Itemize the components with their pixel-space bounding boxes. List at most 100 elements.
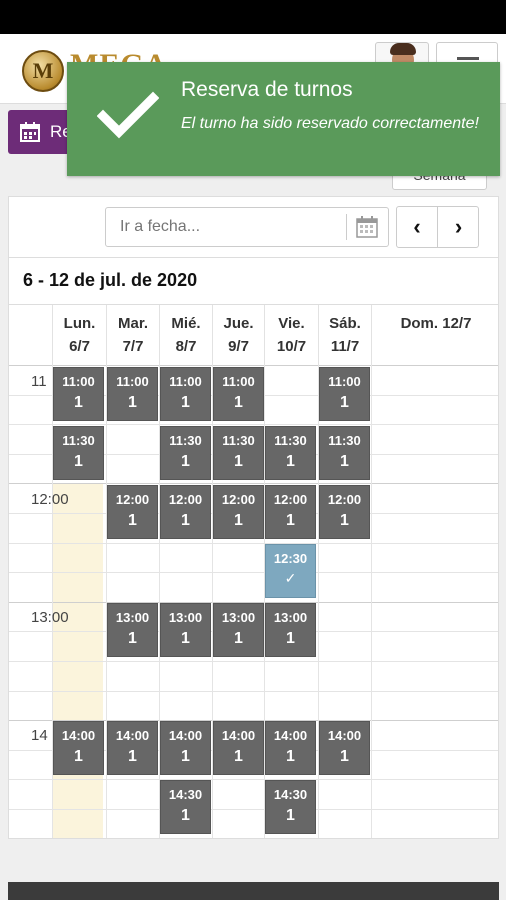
time-slot[interactable]: 12:00 1 <box>265 485 316 539</box>
calendar-panel: ‹ › 6 - 12 de jul. de 2020 Lun.6/7Mar.7/… <box>8 196 499 839</box>
toast-title: Reserva de turnos <box>181 78 353 101</box>
slot-time: 13:00 <box>115 610 150 625</box>
slot-count: 1 <box>181 453 190 470</box>
time-slot[interactable]: 13:00 1 <box>107 603 158 657</box>
time-slot[interactable]: 11:00 1 <box>213 367 264 421</box>
time-slot[interactable]: 11:00 1 <box>160 367 211 421</box>
slot-count: 1 <box>340 748 349 765</box>
time-slot[interactable]: 11:30 1 <box>213 426 264 480</box>
slot-time: 11:00 <box>116 374 149 389</box>
bottom-bar <box>8 882 499 900</box>
time-slot[interactable]: 11:00 1 <box>319 367 370 421</box>
slot-count: 1 <box>74 453 83 470</box>
range-header: 6 - 12 de jul. de 2020 <box>9 257 498 305</box>
time-slot[interactable]: 14:00 1 <box>213 721 264 775</box>
slot-time: 12:00 <box>115 492 150 507</box>
day-header: Jue. 9/7 <box>212 305 264 365</box>
slot-time: 14:00 <box>273 728 308 743</box>
time-slot[interactable]: 13:00 1 <box>213 603 264 657</box>
hour-label: 13:00 <box>31 609 69 626</box>
time-slot[interactable]: 14:00 1 <box>265 721 316 775</box>
booked-slot[interactable]: 12:30 ✓ <box>265 544 316 598</box>
slot-time: 14:00 <box>221 728 256 743</box>
slot-count: 1 <box>128 748 137 765</box>
calendar-picker-icon[interactable] <box>356 216 378 238</box>
time-slot[interactable]: 13:00 1 <box>265 603 316 657</box>
check-icon <box>97 91 159 139</box>
avatar-hair <box>390 43 416 55</box>
day-header: Sáb. 11/7 <box>318 305 371 365</box>
date-picker <box>105 207 389 247</box>
slot-time: 11:30 <box>62 433 95 448</box>
time-slot[interactable]: 11:30 1 <box>53 426 104 480</box>
range-title: 6 - 12 de jul. de 2020 <box>23 270 198 290</box>
slot-count: 1 <box>286 630 295 647</box>
slot-time: 11:00 <box>62 374 95 389</box>
slot-count: 1 <box>234 630 243 647</box>
slot-count: 1 <box>234 748 243 765</box>
slot-count: 1 <box>234 453 243 470</box>
slot-time: 11:00 <box>328 374 361 389</box>
week-navigation: ‹ › <box>396 206 479 248</box>
status-bar <box>0 0 506 34</box>
slot-time: 11:30 <box>328 433 361 448</box>
time-slot[interactable]: 12:00 1 <box>107 485 158 539</box>
time-slot[interactable]: 14:00 1 <box>107 721 158 775</box>
time-slot[interactable]: 14:00 1 <box>319 721 370 775</box>
slot-time: 13:00 <box>273 610 308 625</box>
goto-date-input[interactable] <box>106 208 346 246</box>
slot-time: 12:00 <box>273 492 308 507</box>
time-slot[interactable]: 12:00 1 <box>213 485 264 539</box>
time-slot[interactable]: 14:30 1 <box>265 780 316 834</box>
slot-count: 1 <box>234 512 243 529</box>
slot-time: 12:00 <box>327 492 362 507</box>
slot-time: 14:30 <box>168 787 203 802</box>
time-slot[interactable]: 11:30 1 <box>265 426 316 480</box>
success-toast[interactable]: Reserva de turnos El turno ha sido reser… <box>67 62 500 176</box>
prev-week-button[interactable]: ‹ <box>397 207 438 247</box>
time-slot[interactable]: 11:30 1 <box>319 426 370 480</box>
toast-message: El turno ha sido reservado correctamente… <box>181 115 479 132</box>
calendar-icon <box>20 122 40 142</box>
slot-count: 1 <box>74 394 83 411</box>
next-week-button[interactable]: › <box>438 207 479 247</box>
slot-time: 14:00 <box>61 728 96 743</box>
logo-letter: M <box>32 58 54 83</box>
slot-count: 1 <box>128 512 137 529</box>
slot-time: 11:00 <box>222 374 255 389</box>
time-slot[interactable]: 11:30 1 <box>160 426 211 480</box>
slot-count: 1 <box>128 630 137 647</box>
day-header: Mar. 7/7 <box>106 305 159 365</box>
time-slot[interactable]: 14:00 1 <box>160 721 211 775</box>
slot-count: 1 <box>286 807 295 824</box>
slot-count: 1 <box>74 748 83 765</box>
slot-count: 1 <box>128 394 137 411</box>
slot-count: 1 <box>181 512 190 529</box>
time-slot[interactable]: 11:00 1 <box>53 367 104 421</box>
slot-count: 1 <box>181 748 190 765</box>
hamburger-icon <box>457 57 479 60</box>
day-header: Lun. 6/7 <box>52 305 106 365</box>
slot-count: 1 <box>340 512 349 529</box>
time-slot[interactable]: 12:00 1 <box>319 485 370 539</box>
time-slot[interactable]: 14:30 1 <box>160 780 211 834</box>
slot-count: 1 <box>340 394 349 411</box>
slot-time: 12:30 <box>273 551 308 566</box>
slot-count: 1 <box>181 630 190 647</box>
slot-count: 1 <box>234 394 243 411</box>
week-grid: Lun. 6/7 Mar. 7/7 Mié. 8/7 Jue. 9/7 Vie. 10/7 Sáb.… <box>9 305 498 838</box>
slot-count: 1 <box>286 453 295 470</box>
slot-count: 1 <box>286 512 295 529</box>
time-slot[interactable]: 14:00 1 <box>53 721 104 775</box>
hour-label: 11 <box>31 373 47 390</box>
slot-time: 11:30 <box>169 433 202 448</box>
logo-emblem[interactable]: M <box>22 50 64 92</box>
booked-check-icon: ✓ <box>284 570 297 586</box>
slot-time: 11:00 <box>169 374 202 389</box>
time-slot[interactable]: 13:00 1 <box>160 603 211 657</box>
time-slot[interactable]: 11:00 1 <box>107 367 158 421</box>
day-header: Dom. 12/7 <box>371 305 498 365</box>
slot-time: 13:00 <box>221 610 256 625</box>
time-slot[interactable]: 12:00 1 <box>160 485 211 539</box>
slot-time: 11:30 <box>274 433 307 448</box>
